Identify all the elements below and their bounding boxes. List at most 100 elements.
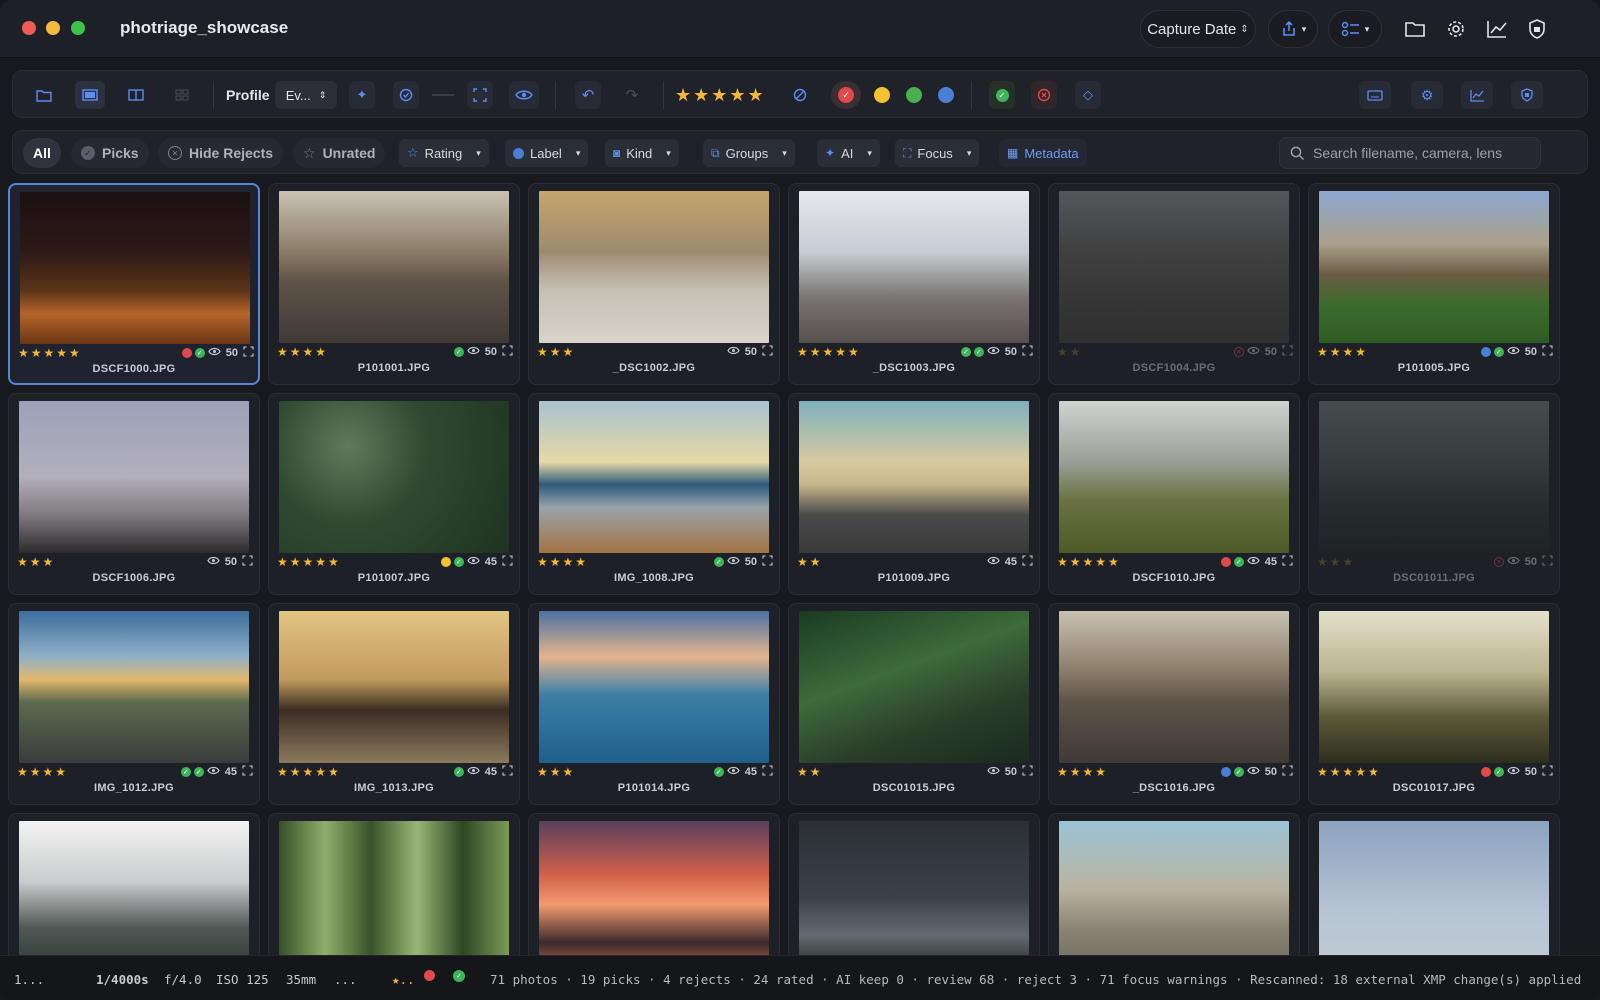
focus-frame-icon[interactable]	[1282, 555, 1293, 569]
photo-thumbnail[interactable]	[799, 191, 1029, 343]
photo-card[interactable]: ★★★ ✕ 50 DSC01011.JPG	[1308, 393, 1560, 595]
photo-thumbnail[interactable]	[19, 611, 249, 763]
photo-thumbnail[interactable]	[799, 821, 1029, 973]
star-rating[interactable]: ★★	[797, 555, 823, 569]
focus-frame-icon[interactable]	[243, 346, 254, 360]
slider-track[interactable]	[431, 81, 455, 109]
photo-thumbnail[interactable]	[1319, 191, 1549, 343]
star-rating[interactable]: ★★★★★	[18, 346, 82, 360]
filter-hide-rejects-tab[interactable]: ✕ Hide Rejects	[158, 138, 284, 168]
clear-rating-button[interactable]	[793, 81, 807, 109]
photo-thumbnail[interactable]	[279, 611, 509, 763]
eraser-button[interactable]: ◇	[1075, 81, 1101, 109]
star-rating[interactable]: ★★★★	[1317, 345, 1368, 359]
photo-card[interactable]: ★★★ 50 _DSC1002.JPG	[528, 183, 780, 385]
photo-card[interactable]: ★★★★ ✓ 50 _DSC1016.JPG	[1048, 603, 1300, 805]
metadata-toggle[interactable]: ▦ Metadata	[999, 139, 1087, 167]
photo-card[interactable]: ★★★★★ ✓ 50 DSC01017.JPG	[1308, 603, 1560, 805]
photo-thumbnail[interactable]	[1059, 401, 1289, 553]
focus-frame-icon[interactable]	[1022, 765, 1033, 779]
star-rating[interactable]: ★★	[797, 765, 823, 779]
single-view-button[interactable]	[75, 81, 105, 109]
star-rating[interactable]: ★★★★	[277, 345, 328, 359]
ai-filter-dropdown[interactable]: ✦ AI ▾	[817, 139, 880, 167]
settings-button[interactable]	[1443, 16, 1469, 42]
share-menu-button[interactable]: ▾	[1268, 10, 1318, 48]
star-rating[interactable]: ★★★	[537, 765, 575, 779]
star-rating-control[interactable]: ★★★★★	[675, 81, 766, 109]
undo-button[interactable]: ↶	[575, 81, 601, 109]
photo-card[interactable]: ★★ 50 DSC01015.JPG	[788, 603, 1040, 805]
label-green-button[interactable]	[903, 81, 925, 109]
star-rating[interactable]: ★★★★★	[797, 345, 861, 359]
groups-filter-dropdown[interactable]: ⧉ Groups ▾	[703, 139, 795, 167]
photo-thumbnail[interactable]	[1059, 821, 1289, 973]
search-input[interactable]: Search filename, camera, lens	[1313, 145, 1502, 161]
star-rating[interactable]: ★★★★	[537, 555, 588, 569]
photo-thumbnail[interactable]	[1059, 191, 1289, 343]
photo-thumbnail[interactable]	[19, 821, 249, 973]
photo-thumbnail[interactable]	[279, 191, 509, 343]
privacy-button[interactable]	[1524, 16, 1550, 42]
photo-card[interactable]: ★★★★★ ✓ 50 DSCF1000.JPG	[8, 183, 260, 385]
focus-frame-icon[interactable]	[242, 555, 253, 569]
star-rating[interactable]: ★★	[1057, 345, 1083, 359]
photo-thumbnail[interactable]	[279, 401, 509, 553]
badge-button[interactable]	[393, 81, 419, 109]
photo-thumbnail[interactable]	[539, 191, 769, 343]
star-rating[interactable]: ★★★★★	[1057, 555, 1121, 569]
photo-thumbnail[interactable]	[1059, 611, 1289, 763]
auto-enhance-button[interactable]: ✦	[349, 81, 375, 109]
photo-card[interactable]: ★★★★★ ✓ 45 IMG_1013.JPG	[268, 603, 520, 805]
compare-view-button[interactable]	[125, 81, 147, 109]
photo-thumbnail[interactable]	[539, 401, 769, 553]
filter-all-tab[interactable]: All	[23, 138, 61, 168]
photo-thumbnail[interactable]	[279, 821, 509, 973]
star-rating[interactable]: ★★★	[1317, 555, 1355, 569]
preview-button[interactable]	[509, 81, 539, 109]
photo-thumbnail[interactable]	[19, 401, 249, 553]
focus-frame-icon[interactable]	[1542, 555, 1553, 569]
folder-button[interactable]	[1402, 16, 1428, 42]
star-rating[interactable]: ★★★★	[17, 765, 68, 779]
label-filter-dropdown[interactable]: Label ▾	[505, 139, 589, 167]
pick-button[interactable]: ✓	[989, 81, 1015, 109]
star-rating[interactable]: ★★★★	[1057, 765, 1108, 779]
zoom-window-button[interactable]	[71, 21, 85, 35]
focus-frame-icon[interactable]	[1022, 345, 1033, 359]
rating-filter-dropdown[interactable]: ☆ Rating ▾	[399, 139, 489, 167]
photo-thumbnail[interactable]	[539, 821, 769, 973]
label-yellow-button[interactable]	[871, 81, 893, 109]
stats-button[interactable]	[1484, 16, 1510, 42]
focus-frame-icon[interactable]	[1542, 345, 1553, 359]
label-blue-button[interactable]	[935, 81, 957, 109]
crop-button[interactable]	[467, 81, 493, 109]
focus-frame-icon[interactable]	[502, 765, 513, 779]
checklist-menu-button[interactable]: ▾	[1328, 10, 1382, 48]
focus-frame-icon[interactable]	[502, 555, 513, 569]
star-rating[interactable]: ★★★	[537, 345, 575, 359]
focus-frame-icon[interactable]	[762, 555, 773, 569]
photo-card[interactable]: ★★★★ ✓ 50 IMG_1008.JPG	[528, 393, 780, 595]
focus-frame-icon[interactable]	[1542, 765, 1553, 779]
photo-card[interactable]: ★★★ ✓ 45 P101014.JPG	[528, 603, 780, 805]
photo-card[interactable]: ★★★ 50 DSCF1006.JPG	[8, 393, 260, 595]
toolbar-settings-button[interactable]: ⚙	[1411, 81, 1443, 109]
focus-frame-icon[interactable]	[1282, 765, 1293, 779]
photo-card[interactable]: ★★★★ ✓ 50 P101005.JPG	[1308, 183, 1560, 385]
keyboard-button[interactable]	[1359, 81, 1391, 109]
grid-view-button[interactable]	[171, 81, 193, 109]
star-rating[interactable]: ★★★★★	[1317, 765, 1381, 779]
filter-picks-tab[interactable]: ✓ Picks	[71, 138, 149, 168]
focus-frame-icon[interactable]	[1022, 555, 1033, 569]
photo-thumbnail[interactable]	[799, 401, 1029, 553]
focus-frame-icon[interactable]	[242, 765, 253, 779]
search-box[interactable]: Search filename, camera, lens	[1279, 137, 1541, 169]
kind-filter-dropdown[interactable]: ◙ Kind ▾	[605, 139, 679, 167]
minimize-window-button[interactable]	[46, 21, 60, 35]
photo-card[interactable]: ★★★★ ✓ 50 P101001.JPG	[268, 183, 520, 385]
focus-frame-icon[interactable]	[762, 345, 773, 359]
photo-thumbnail[interactable]	[20, 192, 250, 344]
focus-frame-icon[interactable]	[1282, 345, 1293, 359]
focus-filter-dropdown[interactable]: ⛶ Focus ▾	[895, 139, 980, 167]
